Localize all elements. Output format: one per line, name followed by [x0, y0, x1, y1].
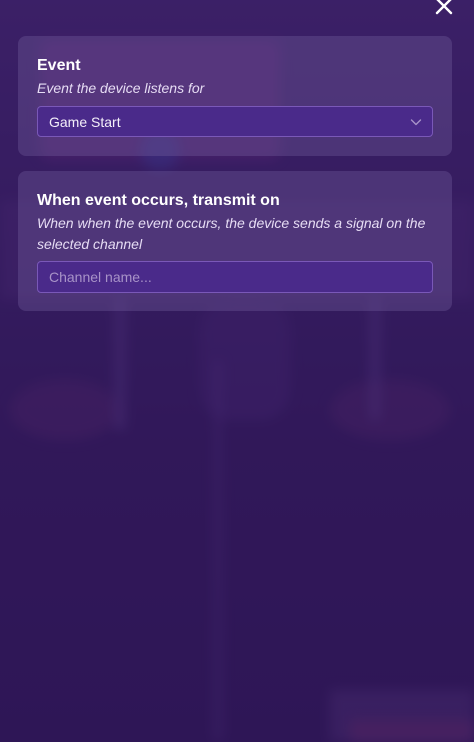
event-section: Event Event the device listens for Game … [18, 36, 452, 156]
chevron-down-icon [410, 119, 422, 126]
event-section-description: Event the device listens for [37, 80, 205, 96]
close-button[interactable] [432, 0, 456, 18]
transmit-section-description: When when the event occurs, the device s… [37, 215, 426, 252]
transmit-section-title: When event occurs, transmit on [37, 192, 280, 209]
event-select-value: Game Start [49, 113, 121, 130]
transmit-section: When event occurs, transmit on When when… [18, 171, 452, 311]
event-select[interactable]: Game Start [37, 106, 433, 137]
channel-name-input[interactable] [37, 261, 433, 293]
close-icon [435, 0, 453, 15]
event-section-title: Event [37, 57, 81, 74]
